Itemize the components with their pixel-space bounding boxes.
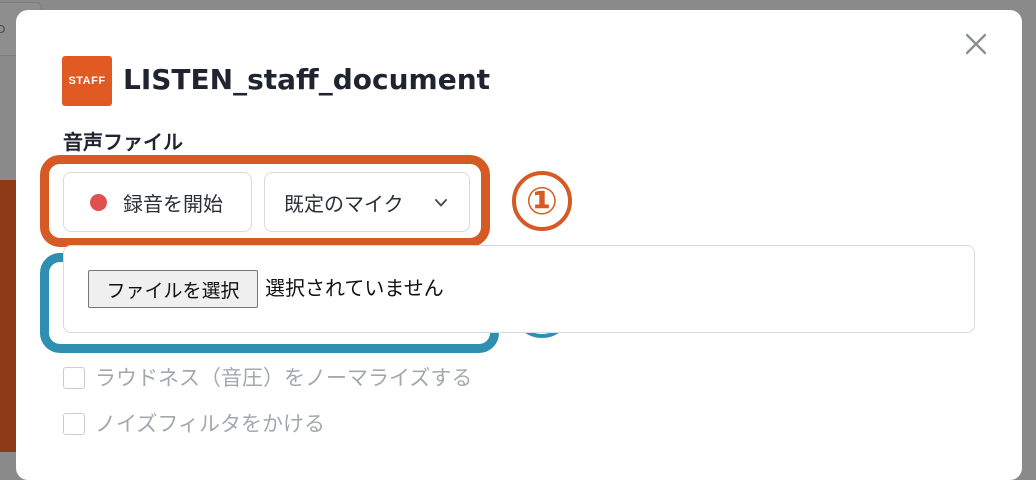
upload-modal: STAFF LISTEN_staff_document 音声ファイル ① ② 録… [16,10,1022,480]
modal-title: LISTEN_staff_document [123,63,491,96]
annotation-number-1: ① [512,171,572,231]
normalize-loudness-checkbox[interactable] [63,367,85,389]
background-search-icon: ⌕ [0,14,8,42]
microphone-select[interactable]: 既定のマイク [264,172,470,232]
chevron-down-icon [433,195,449,215]
app-logo-text: STAFF [68,75,106,87]
noise-filter-checkbox[interactable] [63,413,85,435]
noise-filter-label: ノイズフィルタをかける [95,412,325,436]
microphone-select-value: 既定のマイク [284,191,404,216]
normalize-loudness-label: ラウドネス（音圧）をノーマライズする [95,366,473,390]
start-recording-button[interactable]: 録音を開始 [63,172,252,232]
record-dot-icon [90,193,107,211]
noise-filter-option[interactable]: ノイズフィルタをかける [63,410,325,438]
file-status-text: 選択されていません [265,276,444,300]
close-icon[interactable] [962,30,990,58]
choose-file-button[interactable]: ファイルを選択 [88,270,258,308]
audio-file-label: 音声ファイル [63,130,183,154]
start-recording-label: 録音を開始 [123,191,223,216]
app-logo: STAFF [62,56,112,106]
normalize-loudness-option[interactable]: ラウドネス（音圧）をノーマライズする [63,364,472,392]
